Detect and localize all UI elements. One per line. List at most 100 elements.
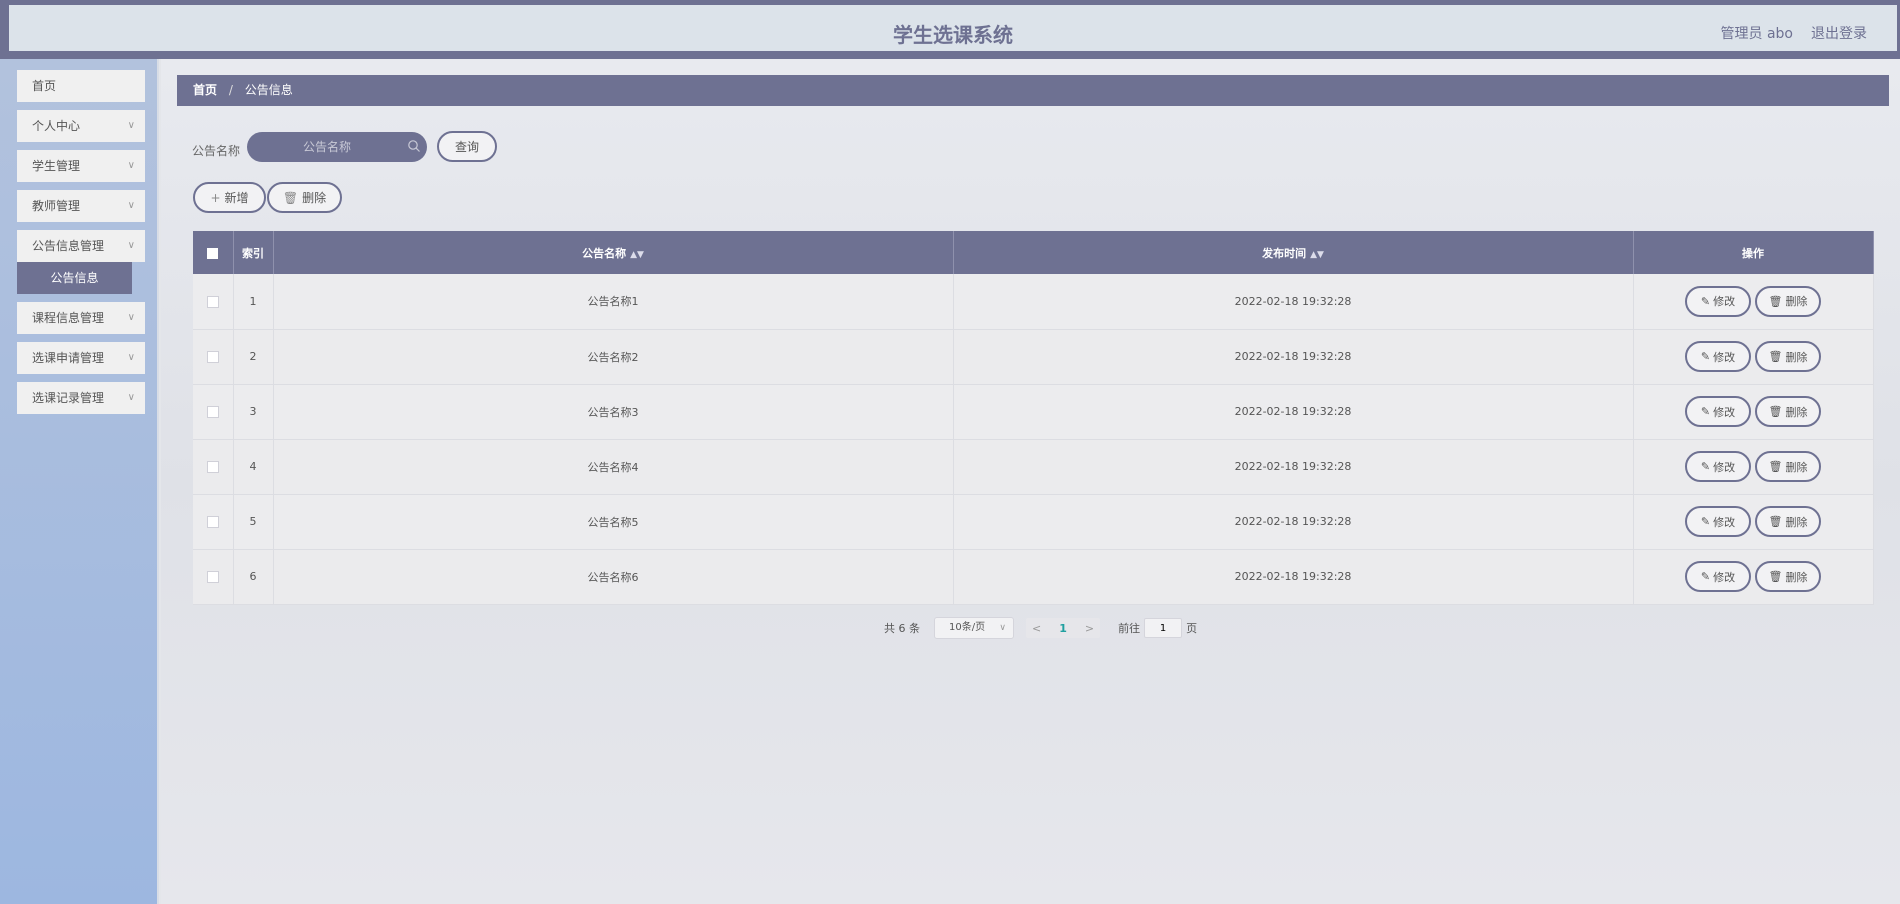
delete-button[interactable]: 🗑 删除	[1755, 285, 1821, 317]
trash-icon: 🗑	[1768, 405, 1783, 418]
column-header-time[interactable]: 发布时间 ▲▼	[953, 231, 1634, 274]
batch-delete-button[interactable]: 🗑 删除	[267, 182, 342, 213]
sidebar-item-application-management[interactable]: 选课申请管理 ∨	[17, 342, 145, 374]
page-size-select[interactable]: 10条/页 ∨	[934, 617, 1014, 639]
column-header-label: 公告名称	[582, 246, 627, 260]
select-all-checkbox[interactable]	[207, 247, 219, 259]
delete-button[interactable]: 🗑 删除	[1755, 561, 1821, 592]
logout-link[interactable]: 退出登录	[1811, 23, 1867, 43]
delete-label: 删除	[1785, 570, 1808, 584]
sidebar-item-label: 个人中心	[32, 119, 81, 133]
trash-icon: 🗑	[1768, 460, 1783, 473]
row-index: 2	[233, 329, 274, 385]
next-page-icon[interactable]: >	[1085, 622, 1094, 635]
delete-button[interactable]: 🗑 删除	[1755, 396, 1821, 427]
sort-icon[interactable]: ▲▼	[1310, 250, 1324, 260]
row-checkbox[interactable]	[206, 461, 219, 473]
search-label: 公告名称	[192, 144, 241, 158]
edit-button[interactable]: ✎ 修改	[1685, 506, 1751, 537]
row-checkbox[interactable]	[206, 351, 219, 363]
sidebar-item-personal-center[interactable]: 个人中心 ∨	[17, 110, 145, 142]
sidebar-item-label: 公告信息管理	[32, 239, 105, 253]
row-publish-time: 2022-02-18 19:32:28	[953, 494, 1634, 550]
chevron-down-icon: ∨	[127, 200, 135, 211]
current-page[interactable]: 1	[1059, 622, 1067, 635]
search-input[interactable]	[247, 132, 427, 162]
edit-button[interactable]: ✎ 修改	[1685, 561, 1751, 592]
chevron-down-icon: ∨	[127, 352, 135, 363]
row-checkbox[interactable]	[206, 406, 219, 418]
row-index: 1	[233, 274, 274, 330]
breadcrumb-home[interactable]: 首页	[193, 83, 217, 97]
sidebar: 首页 个人中心 ∨ 学生管理 ∨ 教师管理 ∨ 公告信息管理 ∨ 公告信息 课程…	[0, 59, 159, 904]
edit-label: 修改	[1713, 350, 1736, 364]
sort-icon[interactable]: ▲▼	[630, 250, 644, 260]
sidebar-item-label: 学生管理	[32, 159, 81, 173]
select-all-cell	[193, 231, 234, 274]
chevron-down-icon: ∨	[127, 392, 135, 403]
edit-icon: ✎	[1700, 515, 1711, 528]
sidebar-item-teacher-management[interactable]: 教师管理 ∨	[17, 190, 145, 222]
table-row: 4 公告名称4 2022-02-18 19:32:28 ✎ 修改 🗑 删除	[193, 439, 1874, 495]
trash-icon: 🗑	[1768, 350, 1783, 363]
sidebar-item-course-management[interactable]: 课程信息管理 ∨	[17, 302, 145, 334]
edit-button[interactable]: ✎ 修改	[1685, 285, 1751, 317]
delete-button[interactable]: 🗑 删除	[1755, 506, 1821, 537]
sidebar-item-notice-management[interactable]: 公告信息管理 ∨	[17, 230, 145, 262]
row-actions: ✎ 修改 🗑 删除	[1633, 494, 1874, 550]
sidebar-item-student-management[interactable]: 学生管理 ∨	[17, 150, 145, 182]
sidebar-item-home[interactable]: 首页	[17, 70, 145, 102]
edit-icon: ✎	[1700, 570, 1711, 583]
column-header-actions: 操作	[1633, 231, 1874, 274]
row-actions: ✎ 修改 🗑 删除	[1633, 329, 1874, 385]
column-header-name[interactable]: 公告名称 ▲▼	[273, 231, 954, 274]
row-publish-time: 2022-02-18 19:32:28	[953, 384, 1634, 440]
row-publish-time: 2022-02-18 19:32:28	[953, 274, 1634, 330]
trash-icon: 🗑	[1768, 294, 1783, 308]
delete-button[interactable]: 🗑 删除	[1755, 341, 1821, 372]
edit-button[interactable]: ✎ 修改	[1685, 341, 1751, 372]
goto-page-input[interactable]	[1144, 618, 1183, 638]
sidebar-subitem-notice-info[interactable]: 公告信息	[17, 262, 132, 294]
row-index: 4	[233, 439, 274, 495]
edit-button[interactable]: ✎ 修改	[1685, 396, 1751, 427]
breadcrumb-separator: /	[228, 83, 233, 97]
pager: < 1 >	[1026, 618, 1101, 638]
trash-icon: 🗑	[1768, 570, 1783, 583]
pagination: 共 6 条 10条/页 ∨ < 1 > 前往 页	[884, 617, 1197, 639]
query-button[interactable]: 查询	[437, 131, 497, 162]
edit-icon: ✎	[1700, 350, 1711, 363]
edit-icon: ✎	[1700, 294, 1711, 308]
header-user-area: 管理员 abo 退出登录	[1721, 23, 1867, 43]
chevron-down-icon: ∨	[999, 623, 1006, 633]
row-checkbox[interactable]	[206, 516, 219, 528]
delete-button[interactable]: 🗑 删除	[1755, 451, 1821, 482]
chevron-down-icon: ∨	[127, 160, 135, 171]
sidebar-item-label: 选课记录管理	[32, 391, 105, 405]
delete-label: 删除	[1785, 295, 1808, 309]
edit-button[interactable]: ✎ 修改	[1685, 451, 1751, 482]
column-header-index[interactable]: 索引	[233, 231, 274, 274]
row-checkbox[interactable]	[206, 295, 219, 308]
sidebar-item-record-management[interactable]: 选课记录管理 ∨	[17, 382, 145, 414]
table-row: 6 公告名称6 2022-02-18 19:32:28 ✎ 修改 🗑 删除	[193, 549, 1874, 605]
row-publish-time: 2022-02-18 19:32:28	[953, 329, 1634, 385]
row-checkbox-cell	[193, 384, 234, 440]
row-checkbox[interactable]	[206, 571, 219, 583]
column-header-label: 操作	[1742, 246, 1764, 260]
add-button[interactable]: + 新增	[193, 182, 266, 213]
table-row: 2 公告名称2 2022-02-18 19:32:28 ✎ 修改 🗑 删除	[193, 329, 1874, 385]
search-icon[interactable]	[407, 139, 421, 153]
notice-table: 索引 公告名称 ▲▼ 发布时间 ▲▼ 操作 1 公告名称1 2022-02-18 1…	[193, 231, 1874, 605]
delete-label: 删除	[1785, 460, 1808, 474]
goto-page: 前往 页	[1118, 618, 1197, 638]
row-checkbox-cell	[193, 439, 234, 495]
query-button-label: 查询	[454, 140, 479, 154]
breadcrumb-current: 公告信息	[244, 83, 293, 97]
breadcrumb: 首页 / 公告信息	[177, 75, 1889, 106]
edit-label: 修改	[1713, 515, 1736, 529]
page-size-value: 10条/页	[949, 622, 986, 633]
delete-label: 删除	[1785, 350, 1808, 364]
sidebar-item-label: 教师管理	[32, 199, 81, 213]
prev-page-icon[interactable]: <	[1032, 622, 1041, 635]
